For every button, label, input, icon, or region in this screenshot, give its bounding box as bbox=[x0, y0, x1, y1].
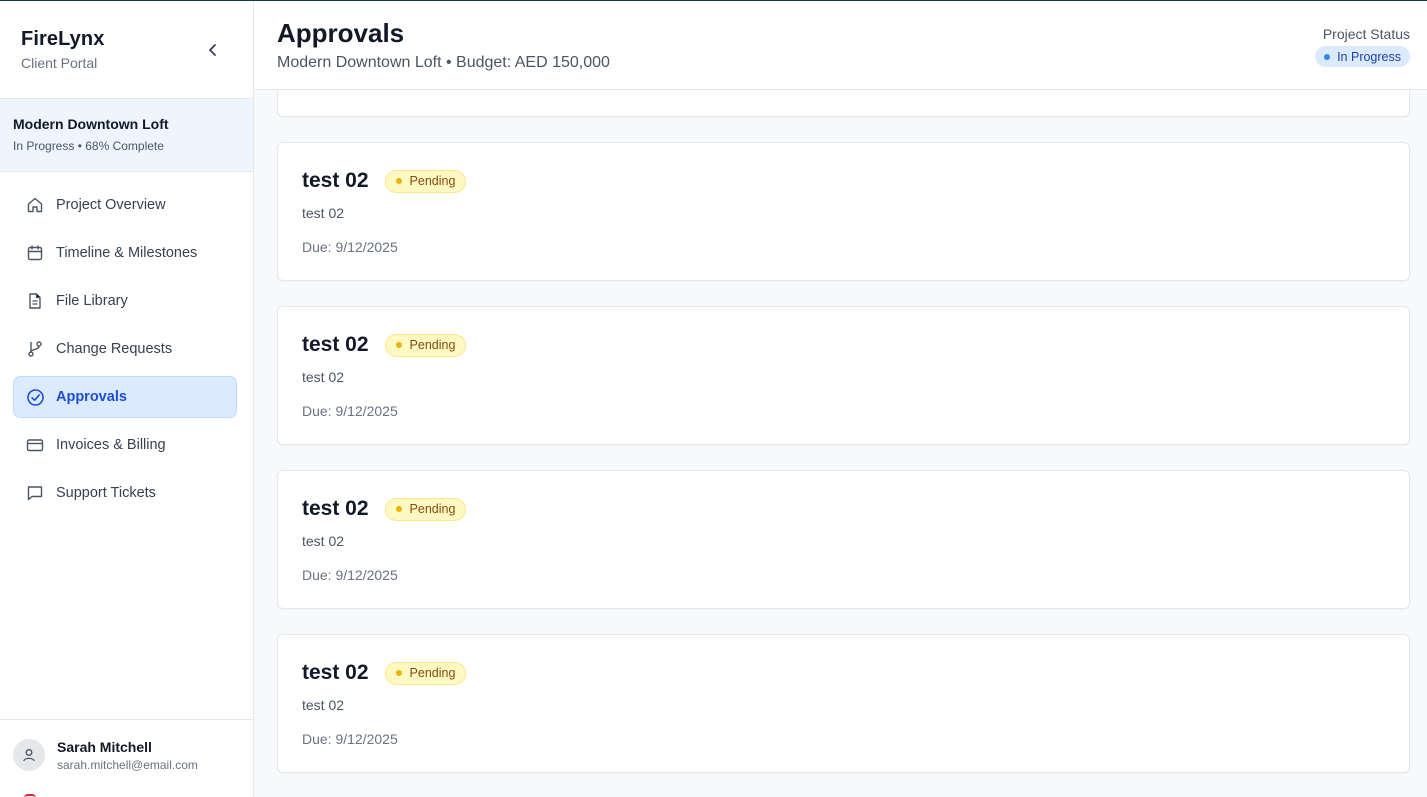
approval-title: test 02 bbox=[302, 333, 369, 356]
sidebar-item-label: File Library bbox=[56, 293, 128, 309]
user-email: sarah.mitchell@email.com bbox=[57, 758, 198, 772]
approval-description: test 02 bbox=[302, 697, 345, 713]
approval-card[interactable]: test 02 Pending test 02 Due: 9/12/2025 bbox=[277, 634, 1410, 773]
sidebar-item-invoices[interactable]: Invoices & Billing bbox=[13, 424, 237, 466]
sidebar-item-support-tickets[interactable]: Support Tickets bbox=[13, 472, 237, 514]
git-branch-icon bbox=[25, 339, 45, 359]
approval-card-partial[interactable] bbox=[277, 90, 1410, 117]
sidebar-item-label: Invoices & Billing bbox=[56, 437, 166, 453]
sidebar-item-file-library[interactable]: File Library bbox=[13, 280, 237, 322]
sidebar-item-label: Approvals bbox=[56, 389, 127, 405]
pending-badge: Pending bbox=[384, 497, 467, 521]
collapse-sidebar-button[interactable] bbox=[200, 37, 226, 63]
pending-badge: Pending bbox=[384, 661, 467, 685]
sidebar-item-project-overview[interactable]: Project Overview bbox=[13, 184, 237, 226]
sidebar-item-label: Project Overview bbox=[56, 197, 166, 213]
brand-subtitle: Client Portal bbox=[21, 55, 98, 71]
approval-title: test 02 bbox=[302, 661, 369, 684]
approval-title: test 02 bbox=[302, 497, 369, 520]
user-profile[interactable]: Sarah Mitchell sarah.mitchell@email.com bbox=[0, 719, 253, 797]
status-dot-icon bbox=[1324, 53, 1331, 60]
approval-title: test 02 bbox=[302, 169, 369, 192]
approval-due-date: Due: 9/12/2025 bbox=[302, 731, 398, 747]
approval-due-date: Due: 9/12/2025 bbox=[302, 403, 398, 419]
sidebar-nav: Project Overview Timeline & Milestones F… bbox=[13, 184, 237, 520]
approval-card[interactable]: test 02 Pending test 02 Due: 9/12/2025 bbox=[277, 470, 1410, 609]
credit-card-icon bbox=[25, 435, 45, 455]
approval-description: test 02 bbox=[302, 533, 345, 549]
calendar-icon bbox=[25, 243, 45, 263]
pending-badge-text: Pending bbox=[409, 666, 456, 680]
approval-description: test 02 bbox=[302, 205, 345, 221]
sidebar-item-label: Timeline & Milestones bbox=[56, 245, 198, 261]
sidebar-item-label: Support Tickets bbox=[56, 485, 156, 501]
user-name: Sarah Mitchell bbox=[57, 739, 152, 755]
project-status-label: Project Status bbox=[1322, 26, 1410, 42]
page-subtitle: Modern Downtown Loft • Budget: AED 150,0… bbox=[277, 54, 610, 71]
current-project-card[interactable]: Modern Downtown Loft In Progress • 68% C… bbox=[0, 98, 253, 172]
pending-dot-icon bbox=[395, 342, 402, 348]
approvals-list: test 02 Pending test 02 Due: 9/12/2025 t… bbox=[254, 90, 1427, 797]
pending-badge-text: Pending bbox=[409, 502, 456, 516]
brand-name: FireLynx bbox=[21, 28, 105, 50]
approval-description: test 02 bbox=[302, 369, 345, 385]
check-circle-icon bbox=[25, 387, 45, 407]
avatar bbox=[13, 739, 45, 771]
brand: FireLynx Client Portal bbox=[21, 28, 104, 71]
sidebar-item-change-requests[interactable]: Change Requests bbox=[13, 328, 237, 370]
status-badge: In Progress bbox=[1315, 46, 1410, 67]
chevron-left-icon bbox=[209, 44, 216, 56]
user-icon bbox=[23, 749, 35, 762]
project-meta: In Progress • 68% Complete bbox=[13, 139, 164, 153]
page-title: Approvals bbox=[277, 18, 405, 48]
sidebar-item-timeline[interactable]: Timeline & Milestones bbox=[13, 232, 237, 274]
page-header: Approvals Modern Downtown Loft • Budget:… bbox=[254, 1, 1427, 90]
sidebar: FireLynx Client Portal Modern Downtown L… bbox=[0, 1, 254, 797]
home-icon bbox=[25, 195, 45, 215]
message-icon bbox=[25, 483, 45, 503]
file-icon bbox=[25, 291, 45, 311]
pending-badge-text: Pending bbox=[409, 174, 456, 188]
pending-badge: Pending bbox=[384, 169, 467, 193]
sidebar-item-label: Change Requests bbox=[56, 341, 173, 357]
approval-due-date: Due: 9/12/2025 bbox=[302, 239, 398, 255]
pending-dot-icon bbox=[395, 670, 402, 676]
pending-badge-text: Pending bbox=[409, 338, 456, 352]
approval-card[interactable]: test 02 Pending test 02 Due: 9/12/2025 bbox=[277, 142, 1410, 281]
status-badge-text: In Progress bbox=[1337, 49, 1401, 64]
approval-due-date: Due: 9/12/2025 bbox=[302, 567, 398, 583]
project-name: Modern Downtown Loft bbox=[13, 116, 169, 132]
pending-badge: Pending bbox=[384, 333, 467, 357]
approval-card[interactable]: test 02 Pending test 02 Due: 9/12/2025 bbox=[277, 306, 1410, 445]
pending-dot-icon bbox=[395, 178, 402, 184]
pending-dot-icon bbox=[395, 506, 402, 512]
sidebar-item-approvals[interactable]: Approvals bbox=[13, 376, 237, 418]
